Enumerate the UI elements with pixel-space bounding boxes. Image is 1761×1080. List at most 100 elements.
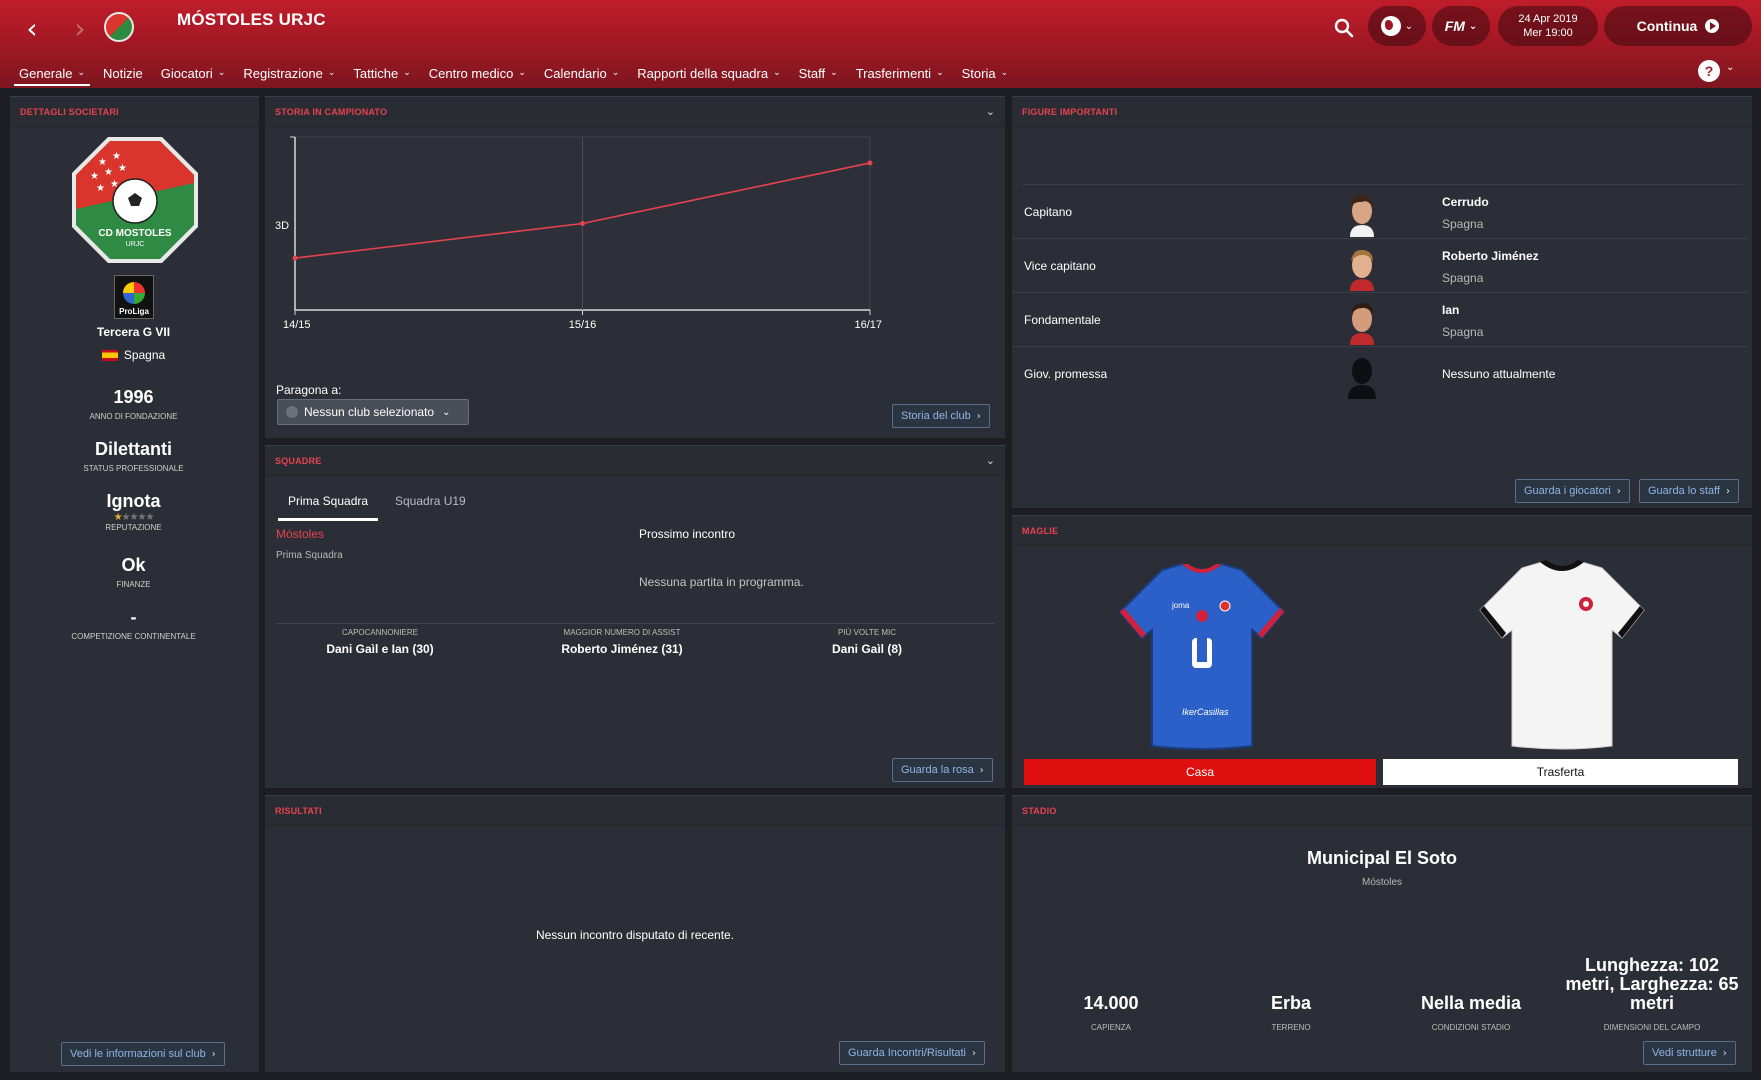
menu-item-10[interactable]: Storia ⌄ bbox=[953, 60, 1018, 86]
data-point bbox=[867, 160, 873, 166]
player-face-icon bbox=[1350, 303, 1374, 345]
reputation-block: Ignota ★★★★★ REPUTAZIONE bbox=[10, 491, 257, 532]
founded-value: 1996 bbox=[113, 387, 154, 407]
stat-label: MAGGIOR NUMERO DI ASSIST bbox=[563, 628, 681, 637]
search-icon[interactable] bbox=[1328, 12, 1360, 44]
reputation-stars: ★★★★★ bbox=[113, 512, 155, 523]
world-menu-button[interactable]: ⌄ bbox=[1368, 6, 1426, 46]
away-kit[interactable] bbox=[1472, 558, 1652, 750]
club-history-button[interactable]: Storia del club › bbox=[892, 404, 990, 428]
division-link[interactable]: Tercera G VII bbox=[10, 325, 257, 339]
list-item[interactable]: Vice capitano Roberto Jiménez Spagna bbox=[1012, 239, 1748, 293]
date-display[interactable]: 24 Apr 2019 Mer 19:00 bbox=[1498, 6, 1598, 46]
next-match-label: Prossimo incontro bbox=[639, 527, 736, 541]
current-date: 24 Apr 2019 bbox=[1518, 13, 1578, 25]
stat-value: 14.000 bbox=[1083, 993, 1139, 1013]
chevron-down-icon[interactable]: ⌄ bbox=[1726, 62, 1734, 73]
view-players-button[interactable]: Guarda i giocatori › bbox=[1515, 479, 1630, 503]
list-item[interactable]: Fondamentale Ian Spagna bbox=[1012, 293, 1748, 347]
back-arrow-icon[interactable]: ‹ bbox=[14, 10, 50, 46]
menu-item-3[interactable]: Registrazione ⌄ bbox=[234, 60, 344, 86]
club-info-label: Vedi le informazioni sul club bbox=[70, 1048, 206, 1060]
collapse-chevron-icon[interactable]: ⌄ bbox=[986, 105, 995, 118]
figure-none: Nessuno attualmente bbox=[1442, 367, 1556, 381]
tab-u19[interactable]: Squadra U19 bbox=[395, 494, 466, 518]
continue-button[interactable]: Continua bbox=[1604, 6, 1752, 46]
reputation-value: Ignota bbox=[106, 491, 161, 511]
chevron-down-icon: ⌄ bbox=[77, 68, 86, 78]
club-info-button[interactable]: Vedi le informazioni sul club › bbox=[61, 1042, 225, 1066]
menu-item-9[interactable]: Trasferimenti ⌄ bbox=[847, 60, 953, 86]
finances-label: FINANZE bbox=[116, 580, 151, 589]
tab-first-team[interactable]: Prima Squadra bbox=[278, 494, 379, 521]
svg-text:★: ★ bbox=[118, 163, 127, 174]
menu-item-8[interactable]: Staff ⌄ bbox=[790, 60, 847, 86]
stat-value[interactable]: Roberto Jiménez (31) bbox=[527, 642, 717, 656]
stat-value[interactable]: Dani Gaìl (8) bbox=[772, 642, 962, 656]
chevron-down-icon: ⌄ bbox=[327, 68, 336, 78]
finances-value: Ok bbox=[121, 555, 146, 575]
view-staff-button[interactable]: Guarda lo staff › bbox=[1639, 479, 1739, 503]
chevron-down-icon: ⌄ bbox=[1404, 20, 1414, 32]
reputation-label: REPUTAZIONE bbox=[105, 523, 162, 532]
figure-role: Vice capitano bbox=[1024, 259, 1096, 273]
svg-text:IkerCasillas: IkerCasillas bbox=[1182, 707, 1229, 717]
club-crest: ★ ★ ★ ★ ★ ★ ★ CD MOSTOLES URJC bbox=[72, 137, 198, 263]
panel-title: STORIA IN CAMPIONATO bbox=[265, 97, 1005, 127]
compare-value: Nessun club selezionato bbox=[304, 405, 435, 419]
main-menu: Generale ⌄ Notizie Giocatori ⌄ Registrazione ⌄… bbox=[10, 60, 1017, 86]
forward-arrow-icon[interactable]: › bbox=[62, 10, 98, 46]
menu-item-4[interactable]: Tattiche ⌄ bbox=[344, 60, 419, 86]
menu-item-1[interactable]: Notizie bbox=[94, 60, 152, 86]
league-logo[interactable]: ProLiga bbox=[114, 275, 154, 319]
svg-text:★: ★ bbox=[96, 183, 105, 194]
menu-item-6[interactable]: Calendario ⌄ bbox=[535, 60, 628, 86]
menu-item-2[interactable]: Giocatori ⌄ bbox=[152, 60, 235, 86]
panel-title: DETTAGLI SOCIETARI bbox=[10, 97, 259, 127]
panel-title: MAGLIE bbox=[1012, 516, 1752, 546]
figure-role: Fondamentale bbox=[1024, 313, 1101, 327]
nation-link[interactable]: Spagna bbox=[10, 348, 257, 362]
league-logo-text: ProLiga bbox=[119, 307, 149, 316]
team-name-link[interactable]: Móstoles bbox=[276, 527, 324, 541]
home-kit-label[interactable]: Casa bbox=[1024, 759, 1376, 785]
list-item[interactable]: Capitano Cerrudo Spagna bbox=[1012, 185, 1748, 239]
menu-item-label: Giocatori bbox=[160, 65, 213, 81]
collapse-chevron-icon[interactable]: ⌄ bbox=[986, 454, 995, 467]
menu-item-label: Storia bbox=[961, 65, 996, 81]
silhouette-icon bbox=[1348, 358, 1376, 399]
menu-item-5[interactable]: Centro medico ⌄ bbox=[420, 60, 535, 86]
stat-value: Erba bbox=[1270, 993, 1312, 1013]
play-icon bbox=[1705, 19, 1720, 33]
menu-item-label: Registrazione bbox=[243, 65, 323, 81]
view-facilities-button[interactable]: Vedi strutture › bbox=[1643, 1041, 1736, 1065]
home-kit[interactable]: joma IkerCasillas bbox=[1112, 560, 1292, 750]
menu-item-7[interactable]: Rapporti della squadra ⌄ bbox=[628, 60, 789, 86]
spain-flag-icon bbox=[101, 350, 118, 362]
panel-title: STADIO bbox=[1012, 796, 1752, 826]
chevron-right-icon: › bbox=[1722, 1047, 1727, 1059]
view-squad-button[interactable]: Guarda la rosa › bbox=[892, 758, 993, 782]
chevron-down-icon: ⌄ bbox=[442, 406, 451, 418]
chevron-down-icon: ⌄ bbox=[773, 68, 781, 78]
fixtures-results-button[interactable]: Guarda Incontri/Risultati › bbox=[839, 1041, 985, 1065]
stat-value[interactable]: Dani Gaìl e Ian (30) bbox=[285, 642, 475, 656]
menu-item-label: Tattiche bbox=[353, 65, 399, 81]
fm-menu-button[interactable]: FM ⌄ bbox=[1432, 6, 1490, 46]
figure-name: Ian bbox=[1442, 303, 1460, 317]
list-item[interactable]: Giov. promessa Nessuno attualmente bbox=[1012, 347, 1748, 401]
kits-panel: MAGLIE joma IkerCasillas Casa Trasferta bbox=[1012, 515, 1752, 788]
continental-block: - COMPETIZIONE CONTINENTALE bbox=[10, 607, 257, 641]
compare-dropdown[interactable]: Nessun club selezionato ⌄ bbox=[277, 399, 469, 425]
x-tick-label: 15/16 bbox=[569, 319, 597, 331]
menu-item-0[interactable]: Generale ⌄ bbox=[10, 60, 94, 86]
club-badge-icon[interactable] bbox=[104, 12, 134, 42]
chevron-down-icon: ⌄ bbox=[1000, 68, 1009, 78]
stadium-city[interactable]: Móstoles bbox=[1012, 877, 1752, 888]
continental-value: - bbox=[130, 607, 137, 627]
away-kit-label[interactable]: Trasferta bbox=[1383, 759, 1738, 785]
data-point bbox=[292, 255, 298, 261]
help-icon[interactable]: ? bbox=[1698, 60, 1720, 82]
stat-label: CAPIENZA bbox=[1090, 1023, 1131, 1032]
stat-label: CAPOCANNONIERE bbox=[341, 628, 418, 637]
